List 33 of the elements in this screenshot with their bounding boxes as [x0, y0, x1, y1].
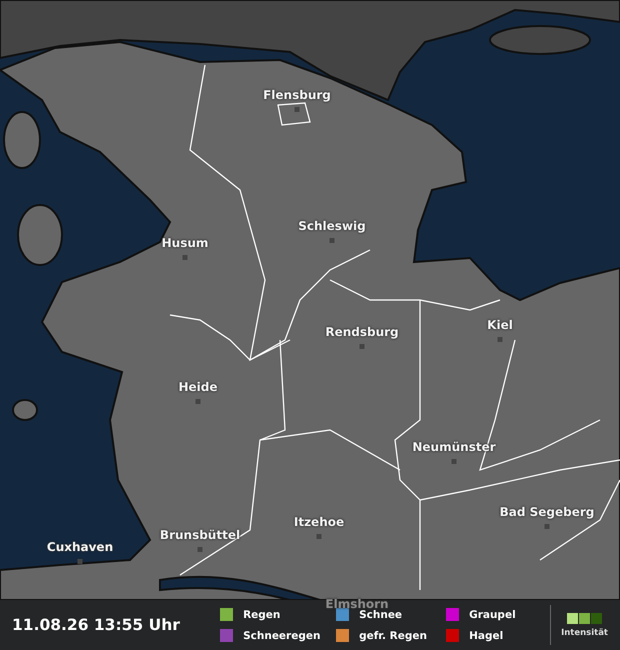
city-label: Itzehoe	[294, 515, 344, 529]
city-marker-icon	[294, 107, 300, 112]
city-marker-icon	[452, 459, 456, 464]
intensity-swatch-icon	[579, 612, 590, 624]
city-marker-icon	[196, 399, 200, 404]
legend-label: Hagel	[469, 630, 504, 642]
city-marker-icon	[544, 524, 550, 529]
city-marker-icon	[182, 255, 188, 260]
intensity-label: Intensität	[561, 628, 608, 638]
city-label: Cuxhaven	[46, 540, 114, 554]
city-label: Schleswig	[298, 219, 366, 233]
city-label: Elmshorn	[325, 597, 389, 611]
city-label: Kiel	[487, 318, 513, 332]
city-label: Rendsburg	[325, 325, 399, 339]
city-label: Husum	[162, 236, 208, 250]
city-label: Bad Segeberg	[500, 505, 594, 519]
legend-label: gefr. Regen	[359, 630, 427, 642]
intensity-swatch-icon	[591, 612, 602, 624]
legend-label: Regen	[243, 608, 280, 620]
legend-label: Graupel	[469, 608, 516, 620]
legend-label: Schnee	[359, 608, 402, 620]
city-marker-icon	[330, 238, 334, 243]
legend-label: Schneeregen	[243, 630, 320, 642]
city-label: Flensburg	[263, 88, 331, 102]
timestamp: 11.08.26 13:55 Uhr	[12, 616, 181, 634]
intensity-swatch-icon	[567, 612, 578, 624]
city-marker-icon	[360, 344, 364, 349]
city-label: Brunsbüttel	[160, 528, 240, 542]
city-marker-icon	[198, 547, 202, 552]
city-marker-icon	[78, 559, 82, 564]
city-marker-icon	[316, 534, 322, 539]
city-marker-icon	[498, 337, 502, 342]
city-label: Heide	[178, 380, 218, 394]
